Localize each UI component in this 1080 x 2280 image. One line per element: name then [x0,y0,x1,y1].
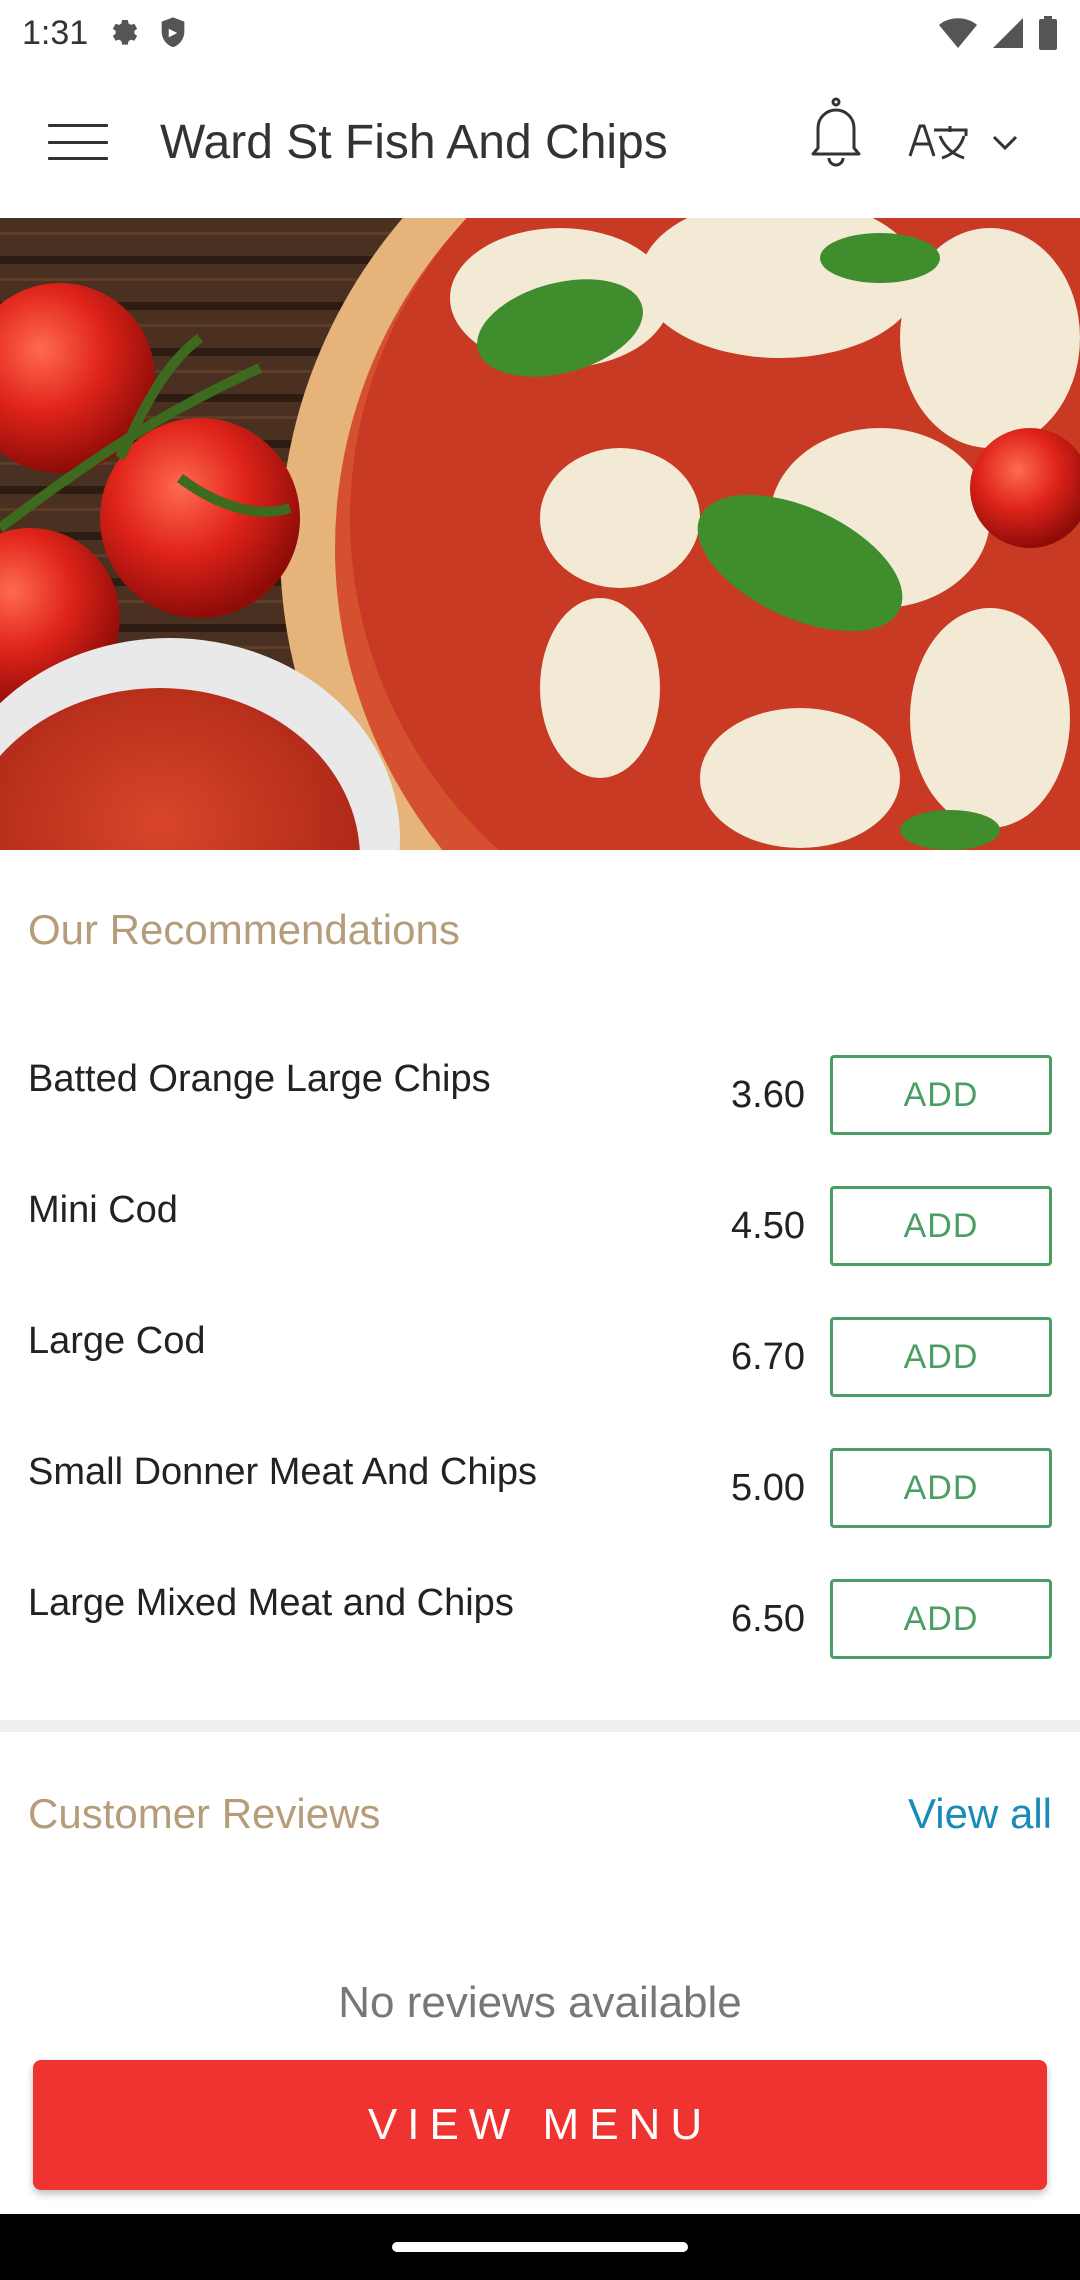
add-button[interactable]: ADD [830,1055,1052,1135]
view-menu-button[interactable]: VIEW MENU [33,2060,1047,2190]
list-item: Mini Cod 4.50 ADD [0,1171,1080,1302]
list-item: Batted Orange Large Chips 3.60 ADD [0,1040,1080,1171]
list-item: Large Mixed Meat and Chips 6.50 ADD [0,1564,1080,1695]
chevron-down-icon [992,135,1018,151]
language-selector[interactable] [906,112,1036,172]
item-price: 6.70 [731,1336,805,1378]
item-name: Large Cod [28,1320,206,1362]
item-name: Small Donner Meat And Chips [28,1451,538,1493]
status-time: 1:31 [22,13,89,52]
item-price: 5.00 [731,1467,805,1509]
battery-icon [1039,16,1057,50]
list-item: Small Donner Meat And Chips 5.00 ADD [0,1433,1080,1564]
item-name: Batted Orange Large Chips [28,1058,491,1100]
bell-icon [811,97,861,167]
shield-icon [161,17,185,48]
home-indicator[interactable] [392,2242,688,2252]
empty-reviews-text: No reviews available [338,1978,742,2027]
reviews-title: Customer Reviews [28,1790,381,1837]
signal-icon [993,18,1023,48]
add-button[interactable]: ADD [830,1317,1052,1397]
status-icons-right [938,16,1058,50]
item-price: 6.50 [731,1598,805,1640]
hero-image [0,218,1080,850]
settings-icon [113,19,138,45]
item-name: Mini Cod [28,1189,178,1231]
notifications-button[interactable] [806,96,866,168]
status-bar: 1:31 [0,0,1080,66]
add-button[interactable]: ADD [830,1186,1052,1266]
section-divider [0,1720,1080,1732]
item-price: 3.60 [731,1074,805,1116]
hamburger-menu-icon[interactable] [48,120,108,164]
app-bar: Ward St Fish And Chips [0,66,1080,218]
wifi-icon [939,18,977,48]
item-name: Large Mixed Meat and Chips [28,1582,514,1624]
view-all-link[interactable]: View all [908,1790,1052,1838]
recommendations-list: Batted Orange Large Chips 3.60 ADD Mini … [0,1040,1080,1695]
page-title: Ward St Fish And Chips [160,115,668,169]
system-nav-bar [0,2214,1080,2280]
language-icon [908,124,968,160]
add-button[interactable]: ADD [830,1579,1052,1659]
status-icons-left [108,16,188,50]
list-item: Large Cod 6.70 ADD [0,1302,1080,1433]
item-price: 4.50 [731,1205,805,1247]
recommendations-title: Our Recommendations [28,906,460,953]
add-button[interactable]: ADD [830,1448,1052,1528]
